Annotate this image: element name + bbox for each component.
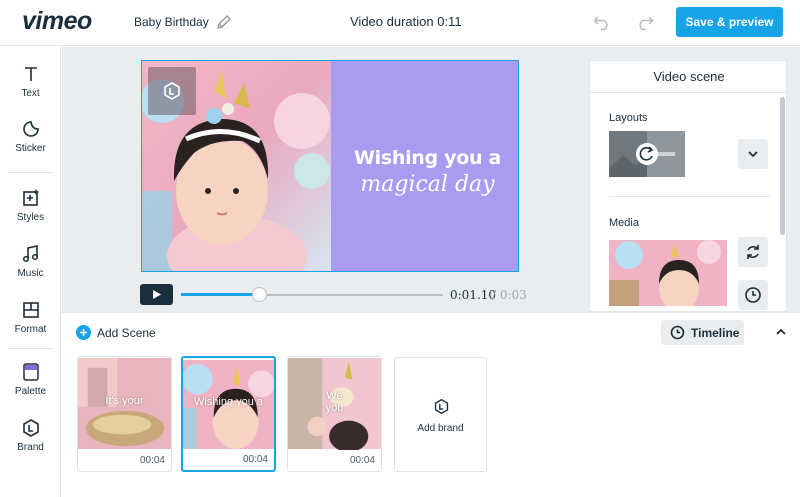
tool-palette[interactable]: Palette: [0, 362, 61, 397]
clock-icon: [745, 287, 761, 303]
timeline-label: Timeline: [691, 326, 740, 340]
play-icon: [153, 290, 161, 299]
total-time: / 0:03: [492, 288, 527, 302]
scene-caption: Wishing you a: [193, 396, 264, 408]
tool-label: Palette: [14, 386, 47, 397]
palette-icon: [22, 363, 39, 381]
media-label: Media: [609, 217, 639, 229]
plus-icon: [76, 325, 91, 340]
chevron-up-icon[interactable]: [774, 325, 788, 339]
current-time: 0:01.10: [450, 288, 497, 302]
tool-label: Sticker: [15, 143, 46, 154]
layout-preview: [609, 131, 675, 177]
tool-format[interactable]: Format: [0, 300, 61, 335]
format-icon: [22, 302, 39, 318]
music-icon: [22, 245, 38, 263]
tool-label: Text: [21, 88, 40, 99]
scene-card[interactable]: It's your 00:04: [77, 356, 172, 472]
clock-icon: [670, 325, 685, 340]
save-preview-button[interactable]: Save & preview: [676, 7, 783, 37]
sticker-icon: [22, 121, 39, 137]
play-button[interactable]: [140, 284, 173, 305]
media-thumbnail[interactable]: [609, 240, 727, 306]
scene-caption: We you: [325, 390, 344, 414]
scene-card[interactable]: We you 00:04: [287, 356, 382, 472]
layouts-label: Layouts: [609, 112, 648, 124]
scene-duration: 00:04: [349, 455, 375, 466]
replace-media-button[interactable]: [738, 237, 768, 267]
redo-icon[interactable]: [636, 13, 654, 31]
tool-music[interactable]: Music: [0, 244, 61, 279]
video-preview[interactable]: Wishing you a magical day: [141, 60, 519, 272]
toolbar-divider: [8, 172, 53, 173]
styles-icon: [22, 189, 39, 206]
tool-label: Styles: [16, 212, 45, 223]
tool-brand[interactable]: Brand: [0, 418, 61, 453]
subline-text[interactable]: magical day: [340, 172, 515, 197]
add-scene-label: Add Scene: [97, 326, 156, 340]
tool-label: Brand: [17, 442, 44, 453]
panel-title: Video scene: [653, 69, 725, 84]
video-scene-panel: Video scene Layouts Media: [589, 60, 788, 312]
seek-progress: [181, 293, 260, 296]
media-image: [609, 240, 727, 306]
brand-icon: [434, 398, 449, 415]
add-brand-label: Add brand: [417, 423, 464, 434]
left-toolbar: Text Sticker Styles Music Format Palette…: [0, 46, 61, 497]
pencil-icon[interactable]: [216, 14, 232, 30]
vimeo-logo[interactable]: vimeo: [22, 7, 92, 36]
text-icon: [24, 67, 37, 81]
media-timing-button[interactable]: [738, 280, 768, 310]
tool-sticker[interactable]: Sticker: [0, 119, 61, 154]
headline-text[interactable]: Wishing you a: [340, 147, 515, 169]
brand-icon: [22, 419, 39, 437]
toolbar-divider: [8, 348, 53, 349]
panel-scrollbar[interactable]: [780, 97, 785, 235]
refresh-icon: [747, 245, 759, 259]
scene-card-active[interactable]: Wishing you a 00:04: [181, 356, 276, 472]
undo-icon[interactable]: [593, 13, 611, 31]
divider: [590, 92, 788, 93]
divider: [609, 196, 770, 197]
seek-handle[interactable]: [252, 287, 267, 302]
brand-watermark[interactable]: [148, 67, 196, 115]
scene-duration: 00:04: [242, 454, 268, 465]
add-brand-card[interactable]: Add brand: [394, 357, 487, 472]
tool-label: Music: [17, 268, 44, 279]
chevron-down-icon: [748, 151, 758, 158]
scene-caption: It's your: [105, 395, 144, 407]
brand-icon: [164, 82, 180, 100]
project-title[interactable]: Baby Birthday: [134, 15, 209, 29]
tool-text[interactable]: Text: [0, 64, 61, 99]
tool-styles[interactable]: Styles: [0, 188, 61, 223]
layout-dropdown-button[interactable]: [738, 139, 768, 169]
tool-label: Format: [14, 324, 47, 335]
top-bar: vimeo Baby Birthday Video duration 0:11 …: [0, 0, 800, 46]
scene-duration: 00:04: [139, 455, 165, 466]
timeline-button[interactable]: Timeline: [661, 320, 744, 345]
layout-thumbnail[interactable]: [609, 131, 685, 177]
video-duration: Video duration 0:11: [350, 14, 462, 29]
